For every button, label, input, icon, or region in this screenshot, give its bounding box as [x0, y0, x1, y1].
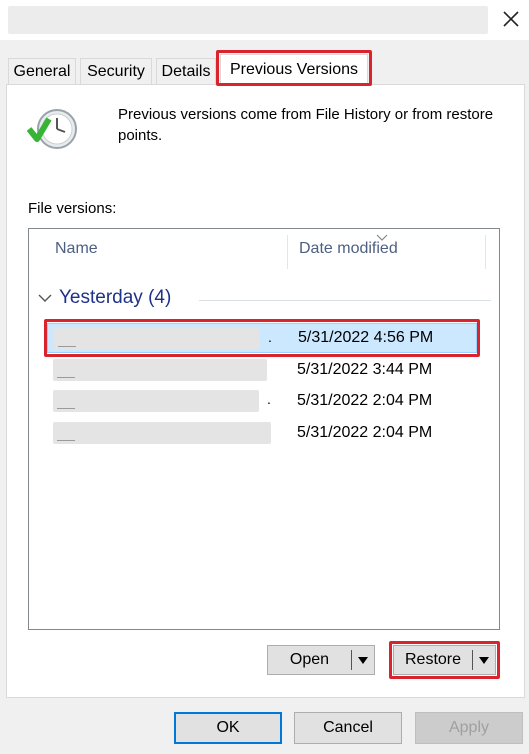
table-row[interactable]: 5/31/2022 3:44 PM	[47, 355, 477, 385]
close-button[interactable]	[496, 4, 526, 34]
file-name-tail: .	[267, 391, 271, 407]
clock-restore-icon	[26, 105, 79, 158]
file-name-redacted	[53, 422, 271, 444]
cancel-button[interactable]: Cancel	[294, 712, 402, 744]
info-text: Previous versions come from File History…	[118, 106, 494, 144]
restore-dropdown-arrow[interactable]	[473, 655, 495, 665]
table-row[interactable]: . 5/31/2022 2:04 PM	[47, 386, 477, 416]
row-date: 5/31/2022 2:04 PM	[297, 424, 433, 441]
triangle-down-icon	[358, 657, 368, 664]
file-name-redacted	[54, 328, 260, 350]
file-name-tail: .	[268, 329, 272, 345]
group-divider	[199, 300, 491, 301]
row-date: 5/31/2022 3:44 PM	[297, 361, 433, 378]
tab-previous-versions[interactable]: Previous Versions	[220, 54, 368, 85]
column-separator	[485, 235, 486, 269]
file-name-redacted	[53, 390, 259, 412]
file-versions-label: File versions:	[28, 200, 117, 217]
tab-general[interactable]: General	[8, 58, 76, 84]
table-row[interactable]: 5/31/2022 2:04 PM	[47, 418, 477, 448]
triangle-down-icon	[479, 657, 489, 664]
open-button[interactable]: Open	[267, 645, 375, 675]
restore-button-label: Restore	[404, 651, 462, 668]
open-dropdown-arrow[interactable]	[352, 655, 374, 665]
close-icon	[503, 11, 519, 27]
tab-details[interactable]: Details	[156, 58, 216, 84]
column-separator	[287, 235, 288, 269]
column-header-date-modified[interactable]: Date modified	[299, 229, 398, 269]
restore-button[interactable]: Restore	[393, 645, 496, 675]
file-name-redacted	[53, 359, 267, 381]
table-row[interactable]: . 5/31/2022 4:56 PM	[47, 323, 477, 353]
tab-security[interactable]: Security	[80, 58, 152, 84]
open-button-label: Open	[289, 651, 330, 668]
row-date: 5/31/2022 4:56 PM	[298, 329, 434, 346]
window-title-redacted	[8, 6, 488, 34]
ok-button[interactable]: OK	[174, 712, 282, 744]
apply-button[interactable]: Apply	[415, 712, 523, 744]
title-bar	[0, 0, 529, 40]
file-versions-list[interactable]: Name Date modified Yesterday (4) . 5/31/…	[28, 228, 500, 630]
group-header-yesterday[interactable]: Yesterday (4)	[37, 287, 171, 309]
row-date: 5/31/2022 2:04 PM	[297, 392, 433, 409]
column-header-name[interactable]: Name	[55, 229, 98, 269]
chevron-down-icon	[38, 294, 52, 302]
group-label: Yesterday (4)	[59, 287, 172, 308]
